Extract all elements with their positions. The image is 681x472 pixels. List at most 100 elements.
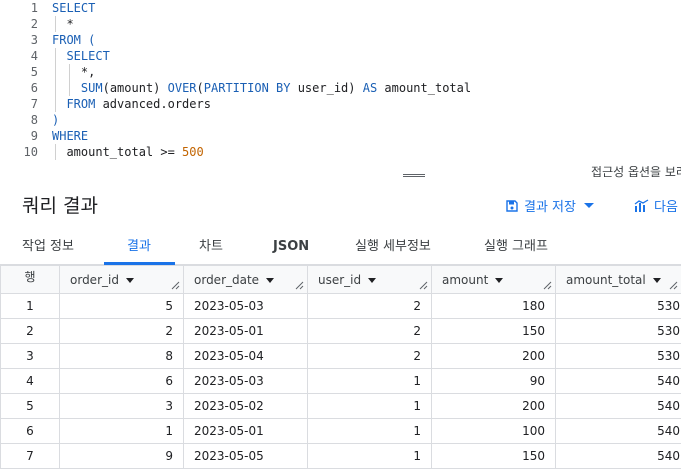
- order-date-cell[interactable]: 2023-05-03: [183, 293, 308, 319]
- amount-cell[interactable]: 150: [431, 318, 556, 344]
- amount-total-cell[interactable]: 530: [555, 318, 681, 344]
- amount-cell[interactable]: 200: [431, 393, 556, 419]
- amount-total-cell[interactable]: 530: [555, 293, 681, 319]
- user-id-cell[interactable]: 1: [307, 443, 432, 469]
- sort-icon[interactable]: [652, 277, 661, 283]
- amount-cell[interactable]: 90: [431, 368, 556, 394]
- sort-icon[interactable]: [125, 277, 134, 283]
- user-id-cell[interactable]: 2: [307, 343, 432, 369]
- code-text[interactable]: SELECT: [52, 48, 109, 64]
- row-number-cell[interactable]: 3: [0, 343, 60, 369]
- order-id-cell[interactable]: 5: [59, 293, 184, 319]
- code-text[interactable]: FROM (: [52, 32, 95, 48]
- tab-job-info[interactable]: 작업 정보: [22, 230, 74, 265]
- row-number-cell[interactable]: 6: [0, 418, 60, 444]
- accessibility-hint: 접근성 옵션을 보려: [591, 165, 681, 179]
- amount-cell[interactable]: 200: [431, 343, 556, 369]
- line-number: 8: [30, 113, 38, 127]
- column-header-user-id[interactable]: user_id: [307, 265, 432, 294]
- sort-icon[interactable]: [266, 277, 275, 283]
- order-id-cell[interactable]: 2: [59, 318, 184, 344]
- tab-execution-details[interactable]: 실행 세부정보: [355, 230, 431, 265]
- sort-icon[interactable]: [368, 277, 377, 283]
- order-date-cell[interactable]: 2023-05-01: [183, 318, 308, 344]
- user-id-cell[interactable]: 1: [307, 418, 432, 444]
- explore-data-button[interactable]: 다음: [634, 196, 678, 215]
- amount-total-cell[interactable]: 540: [555, 443, 681, 469]
- line-number: 1: [30, 1, 38, 15]
- amount-total-cell[interactable]: 530: [555, 343, 681, 369]
- order-id-cell[interactable]: 1: [59, 418, 184, 444]
- chart-icon: [634, 198, 649, 212]
- save-results-label: 결과 저장: [524, 200, 576, 215]
- order-date-cell[interactable]: 2023-05-01: [183, 418, 308, 444]
- resize-icon[interactable]: [170, 280, 180, 290]
- user-id-cell[interactable]: 2: [307, 293, 432, 319]
- order-id-cell[interactable]: 6: [59, 368, 184, 394]
- code-line[interactable]: 8): [0, 112, 681, 128]
- resize-icon[interactable]: [668, 280, 678, 290]
- user-id-cell[interactable]: 2: [307, 318, 432, 344]
- code-line[interactable]: 9 WHERE: [0, 128, 681, 144]
- amount-total-cell[interactable]: 540: [555, 418, 681, 444]
- sql-token: amount_total >=: [52, 145, 183, 159]
- tab-json[interactable]: JSON: [273, 230, 309, 265]
- code-line[interactable]: 6 SUM(amount) OVER(PARTITION BY user_id)…: [0, 80, 681, 96]
- sql-keyword: FROM: [66, 97, 96, 111]
- column-header-order-id[interactable]: order_id: [59, 265, 184, 294]
- resize-icon[interactable]: [294, 280, 304, 290]
- order-id-cell[interactable]: 8: [59, 343, 184, 369]
- tab-chart[interactable]: 차트: [199, 230, 223, 265]
- order-date-cell[interactable]: 2023-05-02: [183, 393, 308, 419]
- code-text[interactable]: SUM(amount) OVER(PARTITION BY user_id) A…: [52, 80, 471, 96]
- code-line[interactable]: 2 *: [0, 16, 681, 32]
- row-number-cell[interactable]: 1: [0, 293, 60, 319]
- sql-editor[interactable]: 1 SELECT 2 * 3 FROM (4 SELECT 5 *, 6 SUM(amoun…: [0, 0, 681, 162]
- row-number-cell[interactable]: 7: [0, 443, 60, 469]
- row-number-cell[interactable]: 2: [0, 318, 60, 344]
- column-header-amount[interactable]: amount: [431, 265, 556, 294]
- order-date-cell[interactable]: 2023-05-05: [183, 443, 308, 469]
- amount-total-cell[interactable]: 540: [555, 393, 681, 419]
- row-number-cell[interactable]: 5: [0, 393, 60, 419]
- column-header-amount-total[interactable]: amount_total: [555, 265, 681, 294]
- code-text[interactable]: *,: [52, 64, 95, 80]
- order-id-cell[interactable]: 9: [59, 443, 184, 469]
- sql-keyword: AS: [362, 81, 378, 95]
- code-line[interactable]: 3 FROM (: [0, 32, 681, 48]
- code-text[interactable]: SELECT: [52, 0, 95, 16]
- sql-keyword: SUM: [80, 81, 103, 95]
- order-id-cell[interactable]: 3: [59, 393, 184, 419]
- amount-cell[interactable]: 150: [431, 443, 556, 469]
- results-table: 행 order_id order_date user_id amount amo…: [0, 265, 681, 469]
- sort-icon[interactable]: [495, 277, 504, 283]
- sql-keyword: SELECT: [52, 1, 96, 15]
- tab-execution-graph[interactable]: 실행 그래프: [484, 230, 548, 265]
- code-text[interactable]: ): [52, 112, 59, 128]
- query-results-title: 쿼리 결과: [22, 195, 98, 217]
- code-line[interactable]: 4 SELECT: [0, 48, 681, 64]
- order-date-cell[interactable]: 2023-05-03: [183, 368, 308, 394]
- amount-cell[interactable]: 180: [431, 293, 556, 319]
- code-text[interactable]: amount_total >= 500: [52, 144, 203, 160]
- save-results-button[interactable]: 결과 저장: [506, 196, 594, 215]
- editor-resize-handle[interactable]: [403, 174, 425, 177]
- amount-total-cell[interactable]: 540: [555, 368, 681, 394]
- table-row: 7 9 2023-05-05 1 150 540: [0, 443, 681, 469]
- resize-icon[interactable]: [418, 280, 428, 290]
- row-number-cell[interactable]: 4: [0, 368, 60, 394]
- code-line[interactable]: 10 amount_total >= 500: [0, 144, 681, 160]
- amount-cell[interactable]: 100: [431, 418, 556, 444]
- code-line[interactable]: 5 *,: [0, 64, 681, 80]
- code-line[interactable]: 7 FROM advanced.orders: [0, 96, 681, 112]
- table-row: 2 2 2023-05-01 2 150 530: [0, 318, 681, 344]
- tab-results[interactable]: 결과: [127, 230, 151, 265]
- resize-icon[interactable]: [542, 280, 552, 290]
- code-text[interactable]: FROM advanced.orders: [52, 96, 211, 112]
- user-id-cell[interactable]: 1: [307, 368, 432, 394]
- column-header-order-date[interactable]: order_date: [183, 265, 308, 294]
- order-date-cell[interactable]: 2023-05-04: [183, 343, 308, 369]
- code-text[interactable]: WHERE: [52, 128, 88, 144]
- code-line[interactable]: 1 SELECT: [0, 0, 681, 16]
- user-id-cell[interactable]: 1: [307, 393, 432, 419]
